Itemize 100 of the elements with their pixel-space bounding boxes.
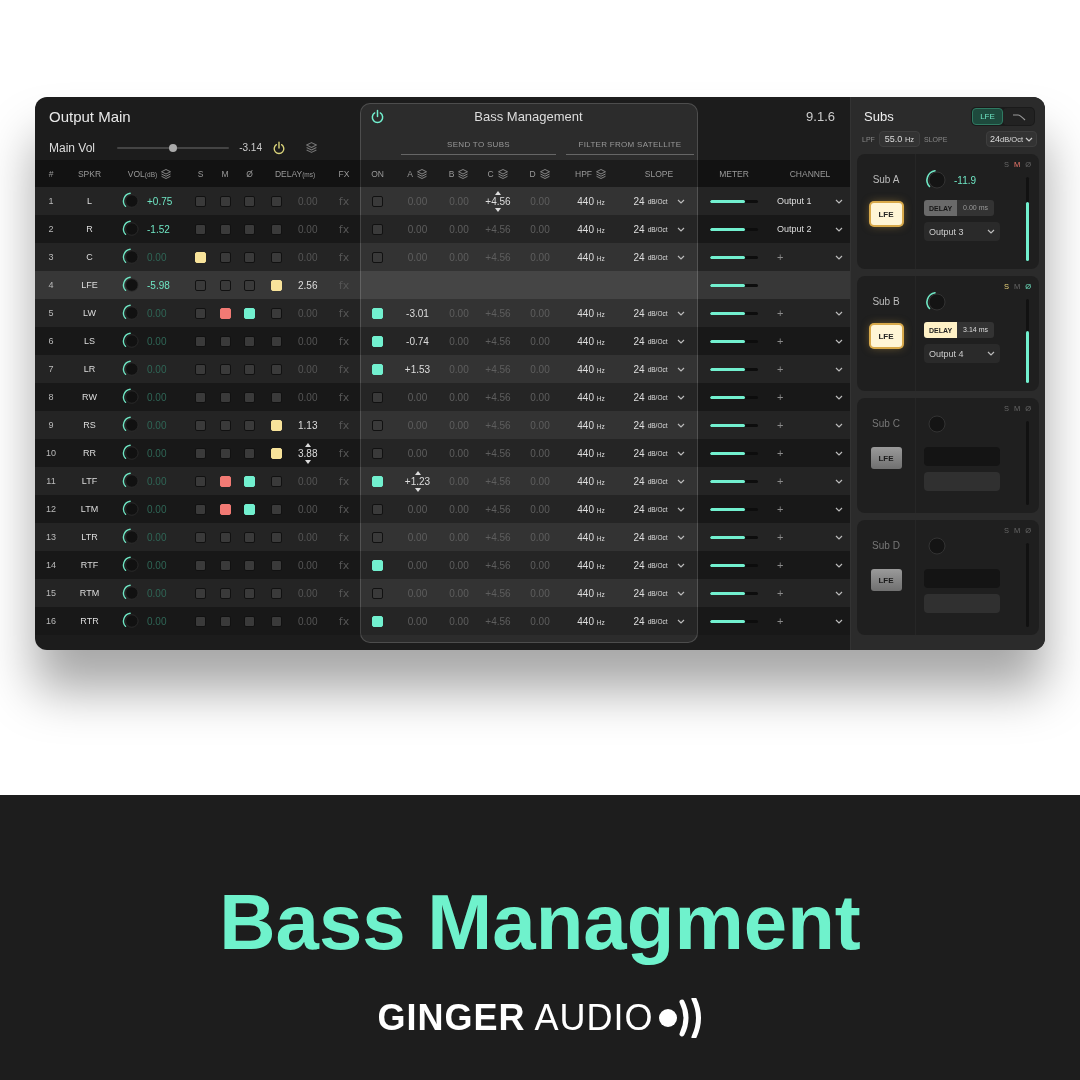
volume-knob[interactable]	[121, 275, 141, 295]
channel-dropdown[interactable]: +	[777, 419, 843, 431]
delay-checkbox[interactable]	[271, 335, 282, 347]
power-icon[interactable]	[271, 140, 286, 155]
channel-dropdown[interactable]: +	[777, 531, 843, 543]
layers-icon[interactable]	[496, 167, 509, 180]
phase-checkbox[interactable]	[244, 195, 255, 207]
mute-checkbox[interactable]	[219, 587, 231, 599]
solo-checkbox[interactable]	[195, 223, 206, 235]
mute-checkbox[interactable]	[219, 615, 231, 627]
solo-checkbox[interactable]	[195, 195, 206, 207]
phase-checkbox[interactable]	[244, 251, 255, 263]
solo-checkbox[interactable]	[195, 475, 206, 487]
down-arrow-icon[interactable]	[414, 487, 421, 492]
lfe-toggle[interactable]: LFE	[972, 108, 1003, 125]
solo-checkbox[interactable]	[195, 391, 206, 403]
phase-checkbox[interactable]	[244, 363, 255, 375]
solo-checkbox[interactable]	[195, 615, 206, 627]
on-checkbox[interactable]	[372, 503, 383, 515]
mute-checkbox[interactable]	[219, 279, 231, 291]
channel-dropdown[interactable]: +	[777, 447, 843, 459]
lfe-button[interactable]: LFE	[870, 203, 902, 225]
solo-checkbox[interactable]	[195, 363, 206, 375]
channel-dropdown[interactable]: +	[777, 559, 843, 571]
mute-checkbox[interactable]	[219, 363, 231, 375]
down-arrow-icon[interactable]	[495, 207, 501, 212]
delay-checkbox[interactable]	[271, 195, 282, 207]
on-checkbox[interactable]	[372, 419, 383, 431]
mute-checkbox[interactable]	[219, 475, 231, 487]
up-arrow-icon[interactable]	[304, 442, 311, 447]
volume-knob[interactable]	[121, 443, 141, 463]
phase-checkbox[interactable]	[244, 223, 255, 235]
channel-dropdown[interactable]: Output 2	[777, 224, 843, 234]
output-dropdown[interactable]: Output 3	[924, 222, 1000, 241]
on-checkbox[interactable]	[372, 447, 383, 459]
layers-icon[interactable]	[595, 167, 607, 180]
on-checkbox[interactable]	[372, 195, 383, 207]
volume-knob[interactable]	[121, 611, 141, 631]
solo-checkbox[interactable]	[195, 307, 206, 319]
on-checkbox[interactable]	[372, 587, 383, 599]
delay-checkbox[interactable]	[271, 531, 282, 543]
mute-checkbox[interactable]	[219, 195, 231, 207]
volume-knob[interactable]	[924, 168, 948, 192]
channel-dropdown[interactable]: +	[777, 615, 843, 627]
power-icon[interactable]	[370, 108, 385, 124]
layers-icon[interactable]	[457, 167, 470, 180]
volume-knob[interactable]	[121, 331, 141, 351]
delay-checkbox[interactable]	[271, 251, 282, 263]
phase-checkbox[interactable]	[244, 447, 255, 459]
delay-checkbox[interactable]	[271, 503, 282, 515]
mute-checkbox[interactable]	[219, 251, 231, 263]
channel-dropdown[interactable]: +	[777, 475, 843, 487]
solo-checkbox[interactable]	[195, 503, 206, 515]
curve-toggle[interactable]	[1003, 108, 1034, 125]
lfe-button[interactable]: LFE	[870, 569, 902, 591]
delay-checkbox[interactable]	[271, 363, 282, 375]
solo-checkbox[interactable]	[195, 447, 206, 459]
slider-thumb[interactable]	[169, 143, 177, 152]
delay-checkbox[interactable]	[271, 615, 282, 627]
on-checkbox[interactable]	[372, 251, 383, 263]
volume-knob[interactable]	[924, 290, 948, 314]
delay-checkbox[interactable]	[271, 587, 282, 599]
mute-checkbox[interactable]	[219, 419, 231, 431]
delay-checkbox[interactable]	[271, 475, 282, 487]
layers-icon[interactable]	[160, 167, 173, 180]
channel-dropdown[interactable]: +	[777, 251, 843, 263]
layers-icon[interactable]	[305, 141, 319, 154]
layers-icon[interactable]	[538, 167, 551, 180]
phase-checkbox[interactable]	[244, 335, 255, 347]
on-checkbox[interactable]	[372, 391, 383, 403]
volume-knob[interactable]	[121, 499, 141, 519]
channel-dropdown[interactable]: +	[777, 335, 843, 347]
delay-checkbox[interactable]	[271, 223, 282, 235]
mute-checkbox[interactable]	[219, 531, 231, 543]
phase-checkbox[interactable]	[244, 279, 255, 291]
mute-checkbox[interactable]	[219, 223, 231, 235]
phase-checkbox[interactable]	[244, 559, 255, 571]
solo-checkbox[interactable]	[195, 531, 206, 543]
mute-checkbox[interactable]	[219, 391, 231, 403]
down-arrow-icon[interactable]	[304, 459, 311, 464]
channel-dropdown[interactable]: +	[777, 363, 843, 375]
phase-checkbox[interactable]	[244, 531, 255, 543]
delay-checkbox[interactable]	[271, 391, 282, 403]
lfe-button[interactable]: LFE	[870, 447, 902, 469]
solo-checkbox[interactable]	[195, 587, 206, 599]
mute-checkbox[interactable]	[219, 559, 231, 571]
volume-knob[interactable]	[121, 555, 141, 575]
phase-checkbox[interactable]	[244, 587, 255, 599]
phase-checkbox[interactable]	[244, 419, 255, 431]
delay-checkbox[interactable]	[271, 307, 282, 319]
output-dropdown[interactable]: Output 4	[924, 344, 1000, 363]
phase-checkbox[interactable]	[244, 615, 255, 627]
layers-icon[interactable]	[415, 167, 428, 180]
mute-checkbox[interactable]	[219, 503, 231, 515]
up-arrow-icon[interactable]	[414, 470, 421, 475]
volume-slider[interactable]	[116, 146, 230, 149]
solo-checkbox[interactable]	[195, 419, 206, 431]
channel-dropdown[interactable]: Output 1	[777, 196, 843, 206]
channel-dropdown[interactable]: +	[777, 307, 843, 319]
mute-checkbox[interactable]	[219, 307, 231, 319]
